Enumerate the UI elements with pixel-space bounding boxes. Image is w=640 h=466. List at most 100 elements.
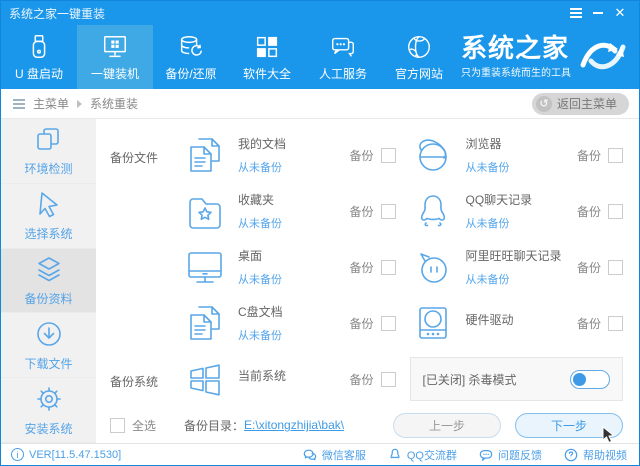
breadcrumb-current: 系统重装 [90, 95, 138, 112]
item-status[interactable]: 从未备份 [466, 159, 510, 175]
backup-checkbox[interactable] [381, 204, 396, 219]
item-status[interactable]: 从未备份 [466, 271, 562, 287]
bottom-bar: 全选 备份目录： E:\xitongzhijia\bak\ 上一步 下一步 [110, 407, 623, 443]
item-name: 浏览器 [466, 135, 510, 152]
footer: i VER[11.5.47.1530] 微信客服 QQ交流群 问题反馈 帮助视频 [1, 443, 639, 465]
backup-checkbox[interactable] [608, 204, 623, 219]
backup-label: 备份 [577, 315, 601, 332]
qq-group-link[interactable]: QQ交流群 [388, 447, 457, 463]
apps-grid-icon [253, 33, 281, 61]
backup-checkbox[interactable] [381, 316, 396, 331]
select-all-checkbox[interactable] [110, 418, 125, 433]
antivirus-mode-box: [已关闭] 杀毒模式 [410, 357, 624, 401]
nav-backup-restore[interactable]: 备份/还原 [153, 25, 229, 89]
sidebar-item-install-system[interactable]: 安装系统 [1, 378, 96, 443]
nav-official-site[interactable]: 官方网站 [381, 25, 457, 89]
feedback-link[interactable]: 问题反馈 [479, 447, 542, 463]
next-step-button[interactable]: 下一步 [515, 413, 623, 438]
antivirus-toggle[interactable] [570, 370, 610, 389]
item-name: C盘文档 [238, 303, 283, 320]
version-text: VER[11.5.47.1530] [29, 449, 121, 461]
top-nav: U 盘启动 一键装机 备份/还原 软件大全 [1, 25, 639, 89]
backup-item-current-system: 当前系统 备份 [182, 351, 396, 407]
backup-label: 备份 [577, 259, 601, 276]
sidebar-label: 环境检测 [24, 160, 72, 177]
documents-icon [182, 301, 228, 345]
backup-item-qq-chat: QQ聊天记录从未备份 备份 [410, 183, 624, 239]
window-title: 系统之家一键重装 [9, 5, 105, 22]
section-label-backup-system: 备份系统 [110, 351, 168, 407]
backup-checkbox[interactable] [381, 260, 396, 275]
close-icon[interactable]: ✕ [609, 4, 631, 22]
sidebar: 环境检测 选择系统 备份资料 下载文件 [1, 119, 96, 443]
nav-customer-service[interactable]: 人工服务 [305, 25, 381, 89]
toggle-knob [573, 373, 586, 386]
layers-icon [34, 254, 64, 284]
nav-usb-boot[interactable]: U 盘启动 [1, 25, 77, 89]
backup-item-c-drive-docs: C盘文档从未备份 备份 [182, 295, 396, 351]
cursor-icon [34, 189, 64, 219]
backup-label: 备份 [349, 147, 373, 164]
footer-link-label: 问题反馈 [498, 447, 542, 463]
breadcrumb-root[interactable]: 主菜单 [33, 95, 69, 112]
sidebar-label: 下载文件 [24, 355, 72, 372]
window-menu-icon[interactable] [565, 4, 587, 22]
sidebar-label: 备份资料 [24, 290, 72, 307]
backup-checkbox[interactable] [608, 260, 623, 275]
backup-checkbox[interactable] [608, 148, 623, 163]
back-button-label: 返回主菜单 [557, 95, 617, 112]
item-status[interactable]: 从未备份 [238, 159, 286, 175]
desktop-monitor-icon [182, 245, 228, 289]
item-name: 桌面 [238, 247, 282, 264]
chat-service-icon [329, 33, 357, 61]
backup-item-wangwang-chat: 阿里旺旺聊天记录从未备份 备份 [410, 239, 624, 295]
windows-logo-icon [182, 357, 228, 401]
backup-checkbox[interactable] [381, 148, 396, 163]
section-label-backup-files: 备份文件 [110, 127, 168, 183]
item-name: 当前系统 [238, 367, 286, 384]
item-name: 我的文档 [238, 135, 286, 152]
backup-checkbox[interactable] [608, 316, 623, 331]
backup-label: 备份 [577, 203, 601, 220]
item-name: QQ聊天记录 [466, 191, 533, 208]
antivirus-mode-label: [已关闭] 杀毒模式 [423, 371, 517, 388]
brand-swoosh-icon [577, 35, 629, 80]
qq-penguin-icon [410, 189, 456, 233]
sidebar-label: 安装系统 [24, 420, 72, 437]
hardware-driver-icon [410, 301, 456, 345]
item-name: 硬件驱动 [466, 311, 514, 328]
nav-label: 软件大全 [243, 65, 291, 82]
previous-step-button[interactable]: 上一步 [393, 413, 501, 438]
backup-dir-link[interactable]: E:\xitongzhijia\bak\ [244, 418, 344, 432]
sidebar-item-download-files[interactable]: 下载文件 [1, 313, 96, 378]
item-status[interactable]: 从未备份 [466, 215, 533, 231]
sidebar-item-backup-data[interactable]: 备份资料 [1, 249, 96, 314]
browser-icon [410, 133, 456, 177]
nav-label: 一键装机 [91, 65, 139, 82]
minimize-icon[interactable] [587, 4, 609, 22]
backup-label: 备份 [349, 315, 373, 332]
nav-label: 官方网站 [395, 65, 443, 82]
breadcrumb-arrow-icon [77, 100, 82, 108]
item-status[interactable]: 从未备份 [238, 327, 283, 343]
monitor-windows-icon [101, 33, 129, 61]
backup-checkbox[interactable] [381, 372, 396, 387]
qq-icon [388, 448, 402, 462]
item-status[interactable]: 从未备份 [238, 215, 282, 231]
sidebar-item-select-system[interactable]: 选择系统 [1, 184, 96, 249]
nav-one-click-install[interactable]: 一键装机 [77, 25, 153, 89]
database-restore-icon [177, 33, 205, 61]
footer-link-label: QQ交流群 [407, 447, 457, 463]
folder-star-icon [182, 189, 228, 233]
globe-icon [405, 33, 433, 61]
help-video-link[interactable]: 帮助视频 [564, 447, 627, 463]
sidebar-item-env-check[interactable]: 环境检测 [1, 119, 96, 184]
backup-item-favorites: 收藏夹从未备份 备份 [182, 183, 396, 239]
download-icon [34, 319, 64, 349]
back-to-main-menu-button[interactable]: ↺ 返回主菜单 [532, 93, 629, 115]
wechat-support-link[interactable]: 微信客服 [303, 447, 366, 463]
backup-label: 备份 [577, 147, 601, 164]
nav-software-collection[interactable]: 软件大全 [229, 25, 305, 89]
return-arrow-icon: ↺ [536, 96, 552, 112]
item-status[interactable]: 从未备份 [238, 271, 282, 287]
